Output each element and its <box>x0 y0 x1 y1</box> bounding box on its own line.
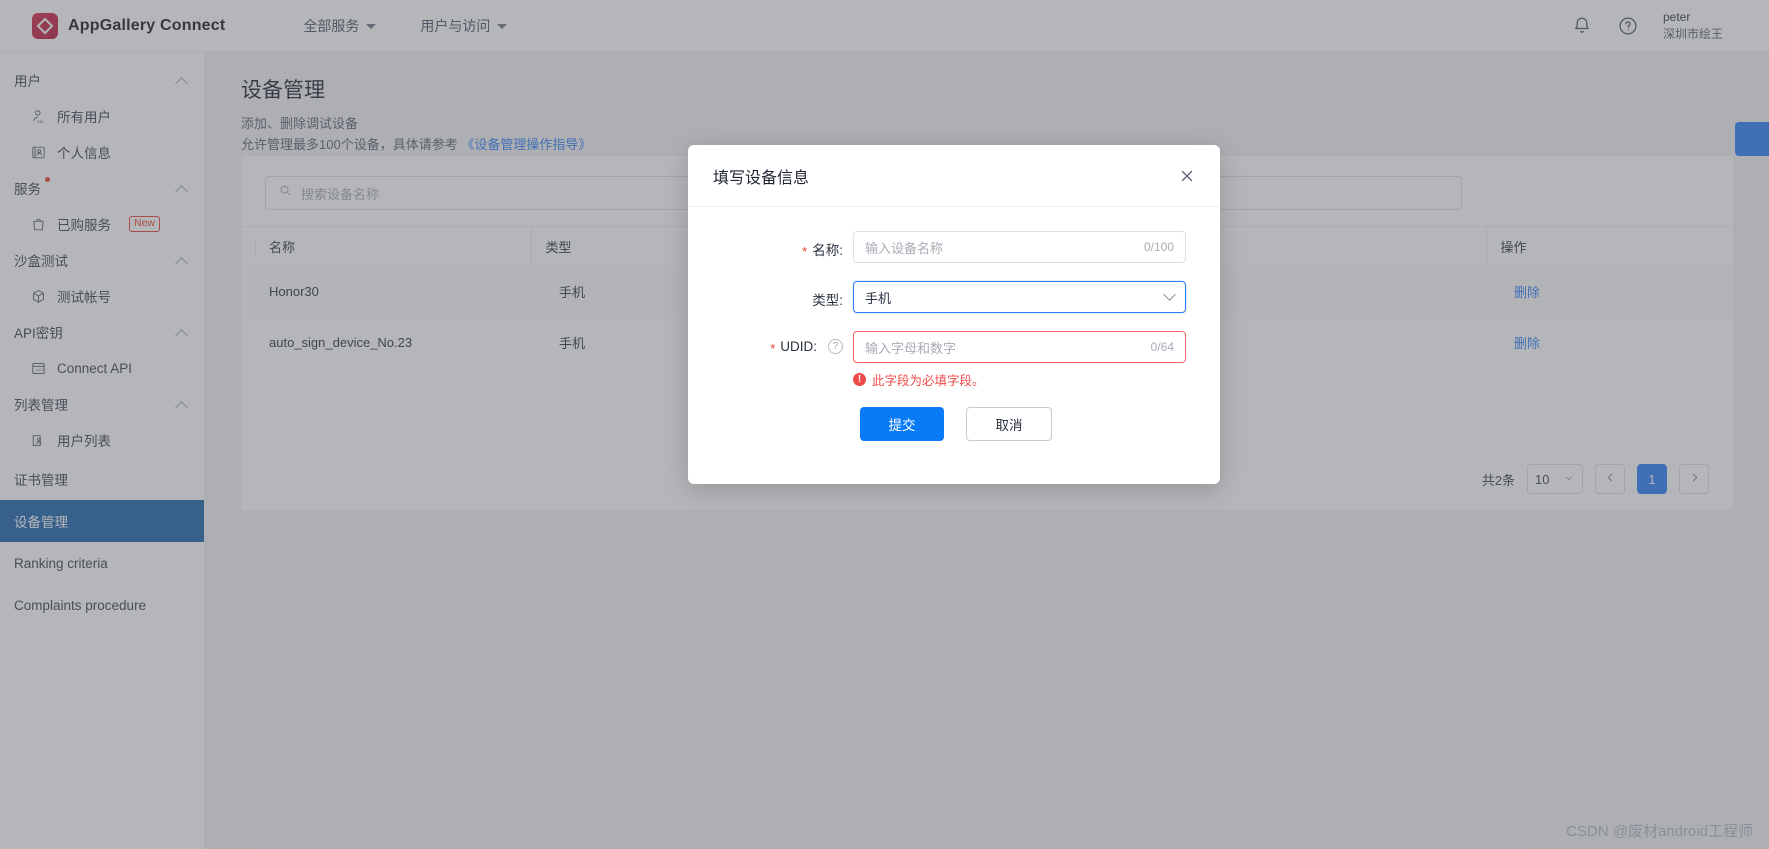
label-udid: * UDID: ? <box>688 331 853 356</box>
device-name-counter: 0/100 <box>1143 240 1174 254</box>
cancel-button[interactable]: 取消 <box>966 407 1052 441</box>
control-udid: 输入字母和数字 0/64 ! 此字段为必填字段。 <box>853 331 1186 389</box>
control-name: 输入设备名称 0/100 <box>853 231 1186 263</box>
device-form: * 名称: 输入设备名称 0/100 类型: 手机 * UDID: ? 输入字母… <box>688 207 1220 441</box>
watermark: CSDN @废材android工程师 <box>1566 823 1753 840</box>
label-name: * 名称: <box>688 231 853 259</box>
udid-error-text: 此字段为必填字段。 <box>872 374 985 388</box>
label-type: 类型: <box>688 281 853 309</box>
error-icon: ! <box>853 373 866 386</box>
udid-counter: 0/64 <box>1150 340 1174 354</box>
form-row-type: 类型: 手机 <box>688 281 1186 313</box>
chevron-down-icon <box>1163 287 1176 301</box>
udid-error-message: ! 此字段为必填字段。 <box>853 370 1186 389</box>
label-udid-text: UDID: <box>780 339 817 354</box>
form-row-name: * 名称: 输入设备名称 0/100 <box>688 231 1186 263</box>
form-row-udid: * UDID: ? 输入字母和数字 0/64 ! 此字段为必填字段。 <box>688 331 1186 389</box>
device-name-placeholder: 输入设备名称 <box>865 240 944 256</box>
device-type-select[interactable]: 手机 <box>853 281 1186 313</box>
required-asterisk: * <box>802 243 808 259</box>
control-type: 手机 <box>853 281 1186 313</box>
question-circle-icon[interactable]: ? <box>828 339 843 354</box>
required-asterisk: * <box>770 341 776 356</box>
device-type-value: 手机 <box>865 290 892 306</box>
app-root: AppGallery Connect 全部服务 用户与访问 peter 深圳市绘… <box>0 0 1769 849</box>
udid-input[interactable]: 输入字母和数字 0/64 <box>853 331 1186 363</box>
label-name-text: 名称: <box>812 243 843 258</box>
modal-title: 填写设备信息 <box>713 169 810 187</box>
label-type-text: 类型: <box>812 293 843 308</box>
submit-button[interactable]: 提交 <box>860 407 944 441</box>
modal-header: 填写设备信息 <box>688 145 1220 207</box>
udid-placeholder: 输入字母和数字 <box>865 340 957 356</box>
device-name-input[interactable]: 输入设备名称 0/100 <box>853 231 1186 263</box>
modal-actions: 提交 取消 <box>688 407 1186 441</box>
device-info-modal: 填写设备信息 * 名称: 输入设备名称 0/100 类型: 手机 * UDID:… <box>688 145 1220 484</box>
close-icon[interactable] <box>1178 167 1196 185</box>
